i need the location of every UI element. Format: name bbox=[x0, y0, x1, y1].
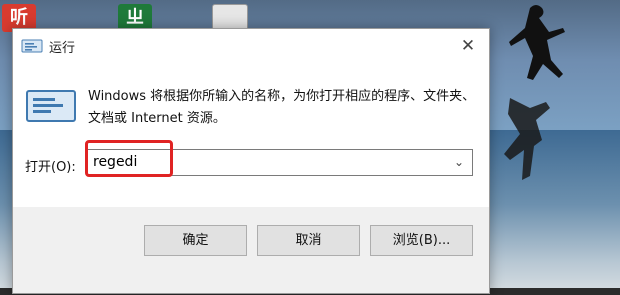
runner-silhouette bbox=[509, 5, 565, 80]
ok-button[interactable]: 确定 bbox=[144, 225, 247, 256]
close-icon[interactable]: ✕ bbox=[455, 33, 481, 59]
cancel-button[interactable]: 取消 bbox=[257, 225, 360, 256]
browse-button[interactable]: 浏览(B)... bbox=[370, 225, 473, 256]
run-icon bbox=[21, 39, 43, 53]
run-dialog: 运行 ✕ Windows 将根据你所输入的名称，为你打开相应的程序、文件夹、文档… bbox=[12, 28, 490, 294]
chevron-down-icon[interactable]: ⌄ bbox=[449, 152, 469, 173]
titlebar: 运行 ✕ bbox=[13, 29, 489, 62]
run-app-icon bbox=[26, 90, 76, 122]
open-label: 打开(O): bbox=[25, 160, 76, 175]
runner-reflection bbox=[504, 98, 550, 180]
red-highlight-box bbox=[85, 140, 173, 177]
dialog-title: 运行 bbox=[49, 41, 76, 56]
dialog-description: Windows 将根据你所输入的名称，为你打开相应的程序、文件夹、文档或 Int… bbox=[88, 89, 476, 126]
